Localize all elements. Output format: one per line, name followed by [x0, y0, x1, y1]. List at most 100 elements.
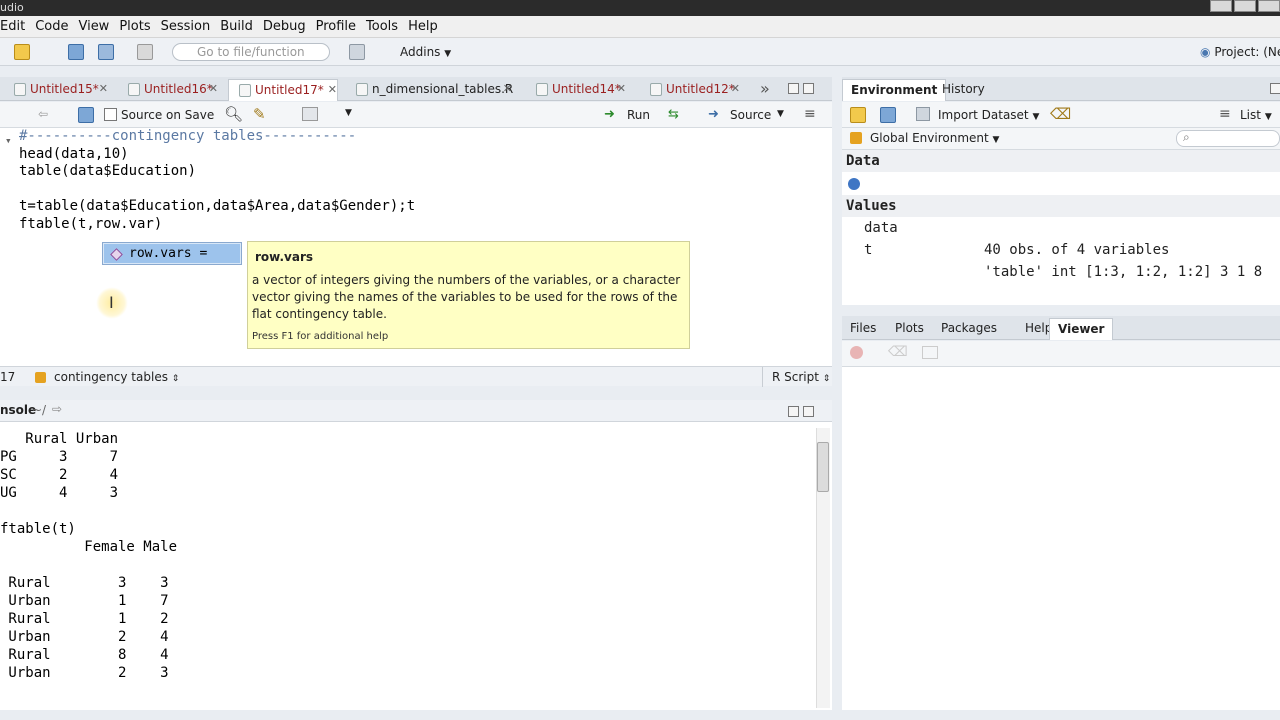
console-scrollbar-thumb[interactable] [817, 442, 829, 492]
import-dataset-label: Import Dataset [938, 108, 1029, 122]
menu-code[interactable]: Code [35, 19, 77, 34]
console-output[interactable]: Rural Urban PG 3 7 SC 2 4 UG 4 3 ftable(… [0, 422, 832, 710]
close-icon[interactable]: ✕ [503, 79, 512, 99]
save-icon[interactable] [78, 107, 94, 123]
env-var-value: 40 obs. of 4 variables [984, 242, 1170, 258]
minimize-window-button[interactable] [1210, 0, 1232, 12]
save-all-icon[interactable] [98, 44, 114, 60]
console-title: nsole [0, 403, 37, 417]
menu-plots[interactable]: Plots [119, 19, 159, 34]
section-navigator[interactable]: contingency tables ⇕ [54, 370, 179, 384]
tab-n-dimensional-tables[interactable]: n_dimensional_tables.R ✕ [346, 79, 513, 101]
autocomplete-item[interactable]: row.vars = [104, 244, 240, 263]
console-header: nsole ~/ ⇨ [0, 400, 832, 422]
scope-select[interactable]: Global Environment ▼ [870, 131, 999, 145]
close-icon[interactable]: ✕ [328, 80, 337, 100]
menu-session[interactable]: Session [161, 19, 220, 34]
maximize-pane-icon[interactable] [803, 83, 814, 94]
help-footer: Press F1 for additional help [252, 331, 389, 342]
expand-icon[interactable] [848, 178, 860, 190]
environment-scope-bar: Global Environment ▼ ⌕ [842, 128, 1280, 150]
files-tab-bar: Files Plots Packages Help Viewer [842, 316, 1280, 340]
tab-untitled12[interactable]: Untitled12* ✕ [640, 79, 740, 101]
tab-untitled17[interactable]: Untitled17* ✕ [228, 79, 338, 101]
back-icon[interactable]: ⇦ [38, 107, 48, 121]
close-window-button[interactable] [1258, 0, 1280, 12]
print-icon[interactable] [137, 44, 153, 60]
broom-icon[interactable]: ⌫ [888, 344, 908, 360]
chevron-down-icon: ▼ [444, 49, 452, 59]
save-icon[interactable] [68, 44, 84, 60]
source-button[interactable]: Source [730, 108, 771, 122]
popout-icon[interactable] [922, 346, 938, 359]
tab-untitled16[interactable]: Untitled16* ✕ [118, 79, 218, 101]
go-to-file-input[interactable]: Go to file/function [172, 43, 330, 61]
tab-untitled15[interactable]: Untitled15* ✕ [4, 79, 108, 101]
environment-search-input[interactable]: ⌕ [1176, 130, 1280, 147]
maximize-window-button[interactable] [1234, 0, 1256, 12]
console-line: Rural 1 2 [0, 611, 169, 627]
menu-debug[interactable]: Debug [263, 19, 315, 34]
fold-arrow-icon[interactable]: ▾ [5, 134, 12, 147]
goto-dir-icon[interactable]: ⇨ [52, 402, 62, 416]
project-label: Project: (Ne [1214, 45, 1280, 59]
updown-icon: ⇕ [171, 374, 180, 384]
more-tabs-icon[interactable]: » [760, 79, 770, 98]
editor-toolbar: ⇦ Source on Save 🔍︎ ✎ ▼ ➜ Run ⇆ ➜ Source… [0, 102, 832, 128]
open-file-icon[interactable] [14, 44, 30, 60]
close-icon[interactable]: ✕ [617, 79, 626, 99]
grid-layout-icon[interactable] [349, 44, 365, 60]
tab-environment[interactable]: Environment [842, 79, 947, 101]
save-workspace-icon[interactable] [880, 107, 896, 123]
rerun-icon[interactable]: ⇆ [668, 107, 679, 122]
run-button[interactable]: Run [627, 108, 650, 122]
file-icon [356, 83, 368, 96]
source-on-save-checkbox[interactable] [104, 108, 117, 121]
console-line: Urban 1 7 [0, 593, 169, 609]
menu-tools[interactable]: Tools [366, 19, 407, 34]
env-row-t[interactable]: t 'table' int [1:3, 1:2, 1:2] 3 1 8 [842, 217, 1280, 280]
code-line: ftable(t,row.var) [19, 216, 163, 232]
menu-profile[interactable]: Profile [316, 19, 365, 34]
menu-edit[interactable]: Edit [0, 19, 34, 34]
console-line: Female Male [0, 539, 178, 555]
outline-icon[interactable] [302, 107, 318, 121]
addins-menu[interactable]: Addins ▼ [400, 45, 451, 59]
hamburger-icon[interactable]: ≡ [804, 106, 816, 122]
menu-bar: Edit Code View Plots Session Build Debug… [0, 16, 1280, 38]
code-line: t=table(data$Education,data$Area,data$Ge… [19, 198, 416, 214]
tab-packages[interactable]: Packages [933, 318, 1005, 340]
project-menu[interactable]: ◉ Project: (Ne [1200, 45, 1280, 59]
menu-help[interactable]: Help [408, 19, 447, 34]
minimize-pane-icon[interactable] [788, 406, 799, 417]
search-icon: ⌕ [1183, 130, 1190, 144]
view-mode-select[interactable]: List ▼ [1240, 108, 1272, 122]
close-icon[interactable]: ✕ [209, 79, 218, 99]
file-icon [239, 84, 251, 97]
env-row-data[interactable]: data 40 obs. of 4 variables [842, 173, 1280, 258]
tab-plots[interactable]: Plots [887, 318, 932, 340]
load-workspace-icon[interactable] [850, 107, 866, 123]
tab-history[interactable]: History [934, 79, 993, 101]
maximize-pane-icon[interactable] [803, 406, 814, 417]
title-bar: udio [0, 0, 1280, 16]
minimize-pane-icon[interactable] [788, 83, 799, 94]
close-icon[interactable]: ✕ [99, 79, 108, 99]
environment-list: Data data 40 obs. of 4 variables Values … [842, 150, 1280, 305]
chevron-down-icon[interactable]: ▼ [345, 108, 352, 118]
search-icon[interactable]: 🔍︎ [224, 105, 243, 123]
menu-build[interactable]: Build [220, 19, 262, 34]
file-type-selector[interactable]: R Script ⇕ [772, 370, 830, 384]
viewer-panel [842, 367, 1280, 710]
stop-icon[interactable] [850, 346, 863, 359]
tab-viewer[interactable]: Viewer [1049, 318, 1114, 340]
tab-untitled14[interactable]: Untitled14* ✕ [526, 79, 626, 101]
menu-view[interactable]: View [78, 19, 118, 34]
tab-files[interactable]: Files [842, 318, 884, 340]
close-icon[interactable]: ✕ [731, 79, 740, 99]
import-dataset-button[interactable]: Import Dataset ▼ [938, 108, 1039, 122]
broom-icon[interactable]: ⌫ [1050, 105, 1071, 123]
chevron-down-icon[interactable]: ▼ [777, 109, 784, 119]
magic-wand-icon[interactable]: ✎ [253, 105, 266, 123]
minimize-pane-icon[interactable] [1270, 83, 1280, 94]
